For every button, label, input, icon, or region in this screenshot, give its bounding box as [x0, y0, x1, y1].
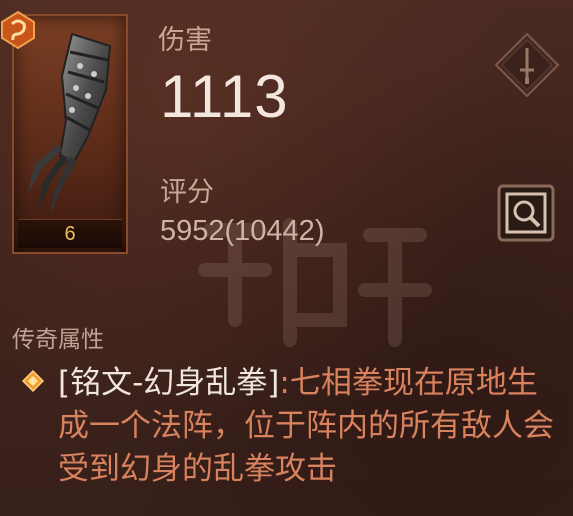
- score-label: 评分: [160, 177, 214, 208]
- diamond-bullet-icon: [22, 370, 44, 392]
- item-level: 6: [64, 222, 76, 245]
- inspect-button[interactable]: [497, 184, 555, 242]
- item-tooltip-panel: 6 伤害 1113 评分 5952(10442) 传奇属性 [铭文-幻身乱拳]:…: [0, 0, 573, 516]
- damage-label: 伤害: [158, 25, 212, 56]
- item-level-bar: 6: [18, 219, 122, 248]
- item-frame[interactable]: 6: [12, 14, 128, 254]
- score-value: 5952(10442): [160, 215, 325, 247]
- damage-value: 1113: [160, 63, 289, 130]
- legendary-section-title: 传奇属性: [12, 327, 104, 353]
- legendary-effect-text: [铭文-幻身乱拳]:七相拳现在原地生成一个法阵，位于阵内的所有敌人会受到幻身的乱…: [58, 362, 558, 491]
- sword-icon: [494, 32, 560, 98]
- legendary-name: [铭文-幻身乱拳]: [58, 365, 280, 401]
- rune-badge-icon: [1, 10, 35, 50]
